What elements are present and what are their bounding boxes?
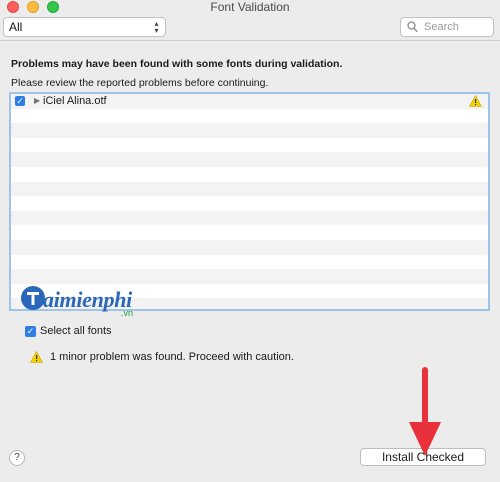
select-all-check-icon[interactable]: ✓ — [25, 326, 36, 337]
empty-row — [11, 181, 488, 197]
empty-row — [11, 108, 488, 124]
warning-icon — [30, 351, 43, 363]
select-chevron-icon: ▴ ▾ — [150, 20, 163, 35]
toolbar-divider — [0, 40, 500, 41]
empty-row — [11, 152, 488, 167]
window-title: Font Validation — [210, 0, 290, 14]
problem-summary: 1 minor problem was found. Proceed with … — [50, 351, 294, 363]
empty-row — [11, 239, 488, 255]
empty-row — [11, 123, 488, 138]
watermark-suffix: .vn — [121, 308, 134, 318]
font-problem-list[interactable]: ✓ ▶ iCiel Alina.otf — [9, 92, 490, 311]
disclosure-triangle-icon[interactable]: ▶ — [34, 96, 40, 105]
search-placeholder: Search — [424, 21, 459, 33]
warning-icon — [469, 95, 482, 107]
empty-row — [11, 137, 488, 153]
empty-row — [11, 196, 488, 211]
filter-value: All — [9, 20, 23, 34]
font-name: iCiel Alina.otf — [43, 95, 107, 107]
font-row[interactable]: ✓ ▶ iCiel Alina.otf — [11, 94, 488, 109]
empty-row — [11, 166, 488, 182]
title-bar: Font Validation — [0, 0, 500, 14]
filter-select[interactable]: All ▴ ▾ — [3, 17, 166, 37]
empty-row — [11, 254, 488, 270]
search-field[interactable]: Search — [400, 17, 494, 37]
select-all-label: Select all fonts — [40, 325, 112, 337]
help-button[interactable]: ? — [9, 450, 25, 466]
empty-row — [11, 210, 488, 226]
problems-heading: Problems may have been found with some f… — [11, 58, 343, 70]
search-icon — [407, 21, 418, 33]
problems-subheading: Please review the reported problems befo… — [11, 77, 269, 89]
watermark-brand: aimienphi — [43, 287, 132, 312]
red-arrow-annotation — [409, 367, 441, 456]
watermark-logo: aimienphi .vn — [18, 283, 158, 319]
empty-row — [11, 225, 488, 240]
font-checkbox[interactable]: ✓ — [15, 96, 25, 106]
empty-row — [11, 269, 488, 284]
